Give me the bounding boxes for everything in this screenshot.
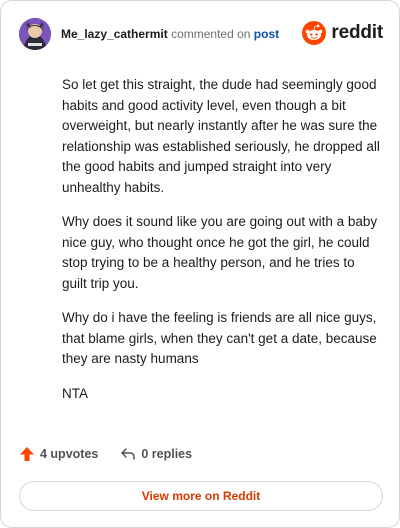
- upvote-arrow-icon: [20, 447, 34, 461]
- user-avatar[interactable]: [19, 18, 51, 50]
- commented-on-text: commented on: [171, 27, 251, 41]
- avatar-image: [19, 18, 51, 50]
- reddit-snoo-icon: [302, 21, 327, 45]
- upvote-count: 4 upvotes: [40, 447, 99, 461]
- comment-paragraph: Why do i have the feeling is friends are…: [62, 310, 377, 366]
- embedded-comment-card: Me_lazy_cathermit commented on post redd…: [0, 0, 400, 528]
- view-more-button[interactable]: View more on Reddit: [19, 481, 383, 511]
- comment-paragraph: NTA: [62, 385, 88, 401]
- comment-actions: 4 upvotes 0 replies: [19, 446, 192, 462]
- upvote-button[interactable]: 4 upvotes: [19, 446, 98, 462]
- replies-button[interactable]: 0 replies: [120, 446, 192, 462]
- reply-count: 0 replies: [141, 447, 193, 461]
- comment-paragraph: Why does it sound like you are going out…: [62, 214, 378, 291]
- comment-paragraph: So let get this straight, the dude had s…: [62, 77, 380, 195]
- post-link[interactable]: post: [254, 27, 279, 41]
- reddit-logo[interactable]: reddit: [302, 21, 383, 45]
- reddit-wordmark: reddit: [331, 22, 383, 43]
- comment-header: Me_lazy_cathermit commented on post redd…: [19, 17, 383, 51]
- comment-meta: Me_lazy_cathermit commented on post: [61, 26, 279, 42]
- comment-body: So let get this straight, the dude had s…: [62, 75, 380, 418]
- username-link[interactable]: Me_lazy_cathermit: [61, 27, 168, 41]
- reply-arrow-icon: [121, 448, 136, 460]
